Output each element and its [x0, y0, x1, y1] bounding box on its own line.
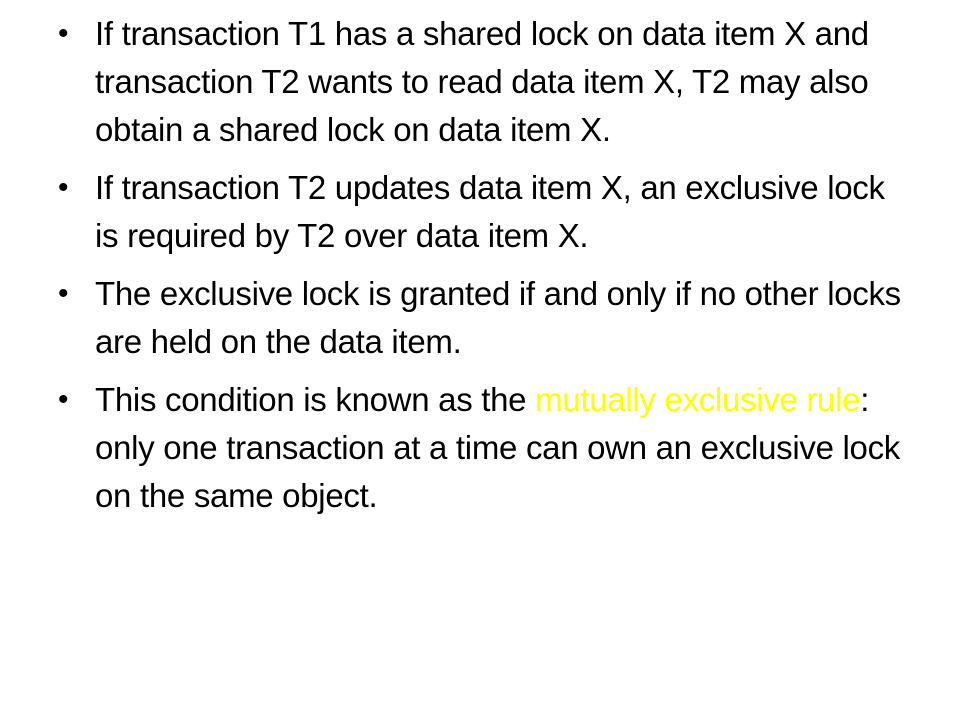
- bullet-item-exclusive-lock-granted: • The exclusive lock is granted if and o…: [58, 270, 908, 366]
- bullet-item-mutually-exclusive-rule: • This condition is known as the mutuall…: [58, 376, 908, 520]
- bullet-item-shared-lock: • If transaction T1 has a shared lock on…: [58, 10, 908, 154]
- bullet-text: If transaction T1 has a shared lock on d…: [95, 15, 869, 148]
- highlighted-term: mutually exclusive rule: [535, 381, 861, 418]
- bullet-text: If transaction T2 updates data item X, a…: [95, 169, 885, 254]
- bullet-list: • If transaction T1 has a shared lock on…: [58, 10, 908, 530]
- bullet-text-before: This condition is known as the: [95, 381, 536, 418]
- bullet-text: The exclusive lock is granted if and onl…: [95, 275, 901, 360]
- slide: • If transaction T1 has a shared lock on…: [0, 0, 960, 720]
- bullet-icon: •: [58, 171, 69, 204]
- bullet-icon: •: [58, 17, 69, 50]
- bullet-item-exclusive-lock-required: • If transaction T2 updates data item X,…: [58, 164, 908, 260]
- bullet-icon: •: [58, 383, 69, 416]
- bullet-icon: •: [58, 277, 69, 310]
